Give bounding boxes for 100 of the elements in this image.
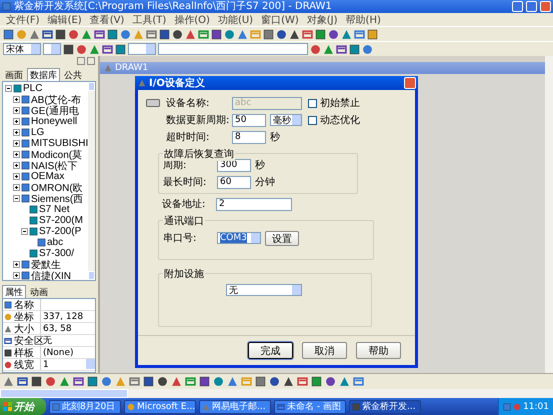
property-name: 样板 — [14, 346, 34, 360]
expand-icon[interactable] — [13, 184, 20, 191]
expand-icon[interactable] — [13, 140, 20, 147]
checkbox[interactable]: 初始禁止 — [308, 96, 360, 110]
field-label: 设备名称: — [166, 97, 210, 110]
taskbar-button[interactable]: 网易电子邮... — [199, 400, 271, 414]
maximize-button[interactable] — [526, 1, 537, 12]
group-title: 通讯端口 — [163, 214, 205, 228]
expand-icon[interactable] — [13, 118, 20, 125]
menu-item[interactable]: 工具(T) — [132, 12, 166, 26]
expand-icon[interactable] — [13, 162, 20, 169]
property-value[interactable]: (None) — [43, 347, 74, 358]
input-field[interactable]: 2 — [216, 198, 292, 210]
field-label: 设备地址: — [162, 198, 206, 211]
expand-icon[interactable] — [13, 107, 20, 114]
scrollbar[interactable] — [0, 389, 553, 398]
tree-item[interactable]: PLC — [23, 83, 42, 94]
panel-tab[interactable]: 属性 — [2, 285, 26, 298]
field-label: 最长时间: — [163, 176, 208, 189]
input-field[interactable]: 8 — [232, 130, 266, 144]
tree-item[interactable]: S7 Net — [39, 204, 70, 215]
device-icon — [146, 99, 160, 107]
tree-item[interactable]: NAIS(松下 — [31, 158, 78, 172]
property-name: 名称 — [14, 299, 34, 312]
property-value[interactable]: 无 — [43, 335, 52, 346]
property-name: 坐标 — [14, 310, 34, 324]
checkbox[interactable]: 动态优化 — [308, 113, 360, 127]
panel-tab[interactable]: 画面 — [2, 68, 26, 81]
panel-tab[interactable]: 动画 — [27, 285, 51, 298]
collapse-icon[interactable] — [13, 195, 20, 202]
tree-item[interactable]: 爱默生 — [31, 258, 61, 272]
font-dropdown[interactable]: 宋体 — [3, 43, 41, 55]
tree-item[interactable]: AB(艾伦-布 — [31, 92, 81, 106]
unit-label: 秒 — [270, 130, 280, 144]
taskbar-button[interactable]: 紫金桥开发... — [349, 400, 421, 414]
start-button[interactable]: 开始 — [0, 398, 46, 415]
dialog-button[interactable]: 帮助 — [356, 342, 401, 359]
tree-item[interactable]: MITSUBISHI — [31, 138, 88, 149]
taskbar-button[interactable]: 未命名 - 画图 — [274, 400, 346, 414]
expand-icon[interactable] — [13, 272, 20, 279]
property-value[interactable]: 1 — [43, 359, 49, 370]
tree-item[interactable]: Modicon(莫 — [31, 148, 82, 162]
name-field[interactable] — [158, 43, 308, 55]
menu-item[interactable]: 文件(F) — [6, 12, 40, 26]
tree-item[interactable]: OMRON(欧 — [31, 180, 83, 194]
taskbar-button[interactable]: 此刻8月20日 — [49, 400, 121, 414]
field-label: 串口号: — [163, 232, 198, 245]
tree-item[interactable]: Honeywell — [31, 116, 78, 127]
panel-tab[interactable]: 公共 — [61, 68, 85, 81]
document-title: DRAW1 — [115, 63, 148, 73]
menu-item[interactable]: 对象(J) — [306, 12, 338, 26]
field-label: 数据更新周期: — [166, 114, 228, 127]
minimize-button[interactable] — [512, 1, 523, 12]
property-name: 安全区 — [14, 334, 44, 348]
menu-item[interactable]: 帮助(H) — [346, 12, 381, 26]
device-icon[interactable] — [37, 238, 46, 247]
field-label: 超时时间: — [166, 130, 210, 144]
pin-button[interactable] — [77, 57, 85, 65]
expand-icon[interactable] — [13, 129, 20, 136]
menu-item[interactable]: 窗口(W) — [261, 12, 299, 26]
dialog-button[interactable]: 取消 — [302, 342, 347, 359]
scrollbar[interactable] — [88, 82, 95, 280]
collapse-icon[interactable] — [21, 228, 28, 235]
scrollbar[interactable] — [545, 56, 553, 373]
unit-dropdown[interactable]: 毫秒 — [270, 114, 302, 126]
tree-item[interactable]: S7-300/ — [39, 248, 74, 259]
property-icon[interactable] — [4, 336, 12, 344]
menu-item[interactable]: 操作(O) — [174, 12, 210, 26]
expand-icon[interactable] — [13, 151, 20, 158]
collapse-icon[interactable] — [5, 85, 12, 92]
settings-button[interactable]: 设置 — [265, 230, 299, 246]
property-value[interactable]: 337, 128 — [43, 311, 84, 322]
dialog-button[interactable]: 完成 — [248, 342, 293, 359]
group-title: 附加设施 — [163, 267, 205, 281]
menu-item[interactable]: 查看(V) — [90, 12, 124, 26]
menu-item[interactable]: 功能(U) — [218, 12, 254, 26]
tree-item[interactable]: abc — [47, 237, 64, 248]
clock: 11:01 — [523, 402, 549, 412]
tree-item[interactable]: Siemens(西 — [31, 192, 84, 206]
expand-icon[interactable] — [13, 261, 20, 268]
dropdown[interactable]: 无 — [226, 284, 302, 296]
taskbar-button[interactable]: Microsoft E... — [124, 400, 196, 414]
tree-item[interactable]: LG — [31, 127, 44, 138]
input-field[interactable]: 50 — [232, 114, 266, 126]
close-button[interactable] — [87, 57, 95, 65]
port-dropdown[interactable]: COM3 — [217, 232, 261, 244]
panel-tab[interactable]: 数据库 — [27, 68, 60, 81]
tree-item[interactable]: S7-200(P — [39, 226, 82, 237]
property-name: 大小 — [14, 322, 34, 336]
window-title: 紫金桥开发系统[C:\Program Files\RealInfo\西门子S7 200] - DRAW1 — [14, 0, 333, 13]
expand-icon[interactable] — [13, 173, 20, 180]
menu-item[interactable]: 编辑(E) — [48, 12, 82, 26]
tree-item[interactable]: OEMax — [31, 171, 64, 182]
input-field[interactable]: 60 — [217, 176, 251, 188]
property-name: 线宽 — [14, 358, 34, 372]
tree-item[interactable]: S7-200(M — [39, 215, 83, 226]
unit-label: 秒 — [255, 158, 265, 172]
property-value[interactable]: 63, 58 — [43, 323, 72, 334]
windows-logo-icon — [3, 402, 12, 411]
expand-icon[interactable] — [13, 96, 20, 103]
